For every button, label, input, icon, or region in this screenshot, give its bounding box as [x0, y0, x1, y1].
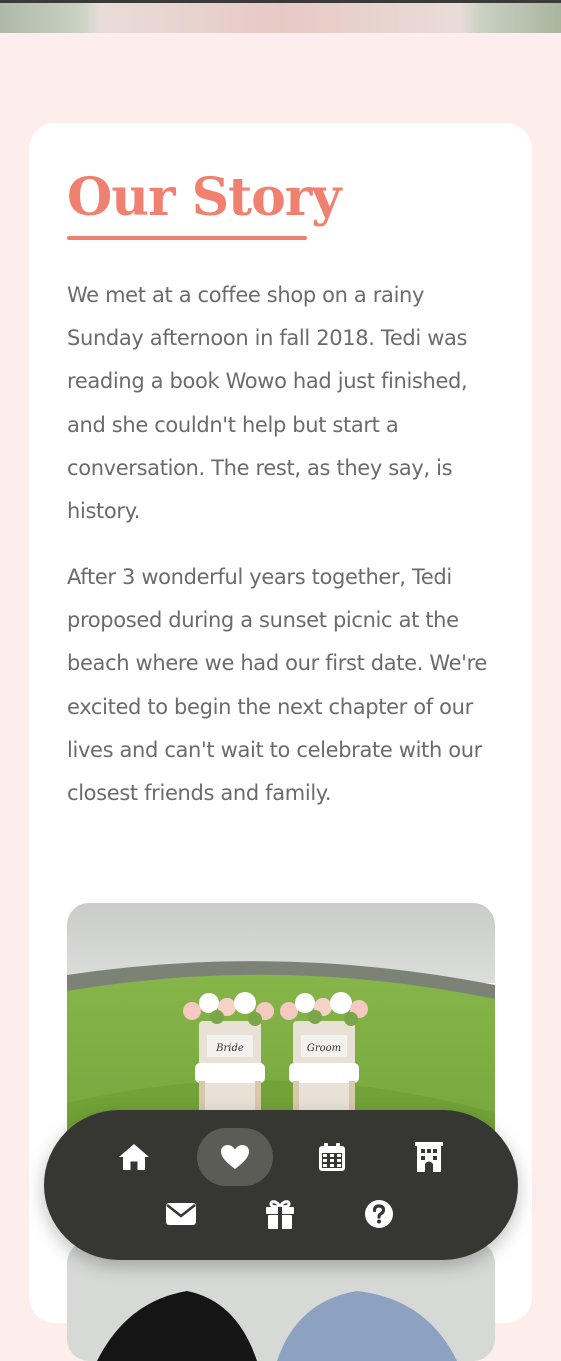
heart-icon: [221, 1145, 249, 1169]
nav-venue-button[interactable]: [391, 1128, 467, 1186]
nav-schedule-button[interactable]: [294, 1128, 370, 1186]
gift-icon: [266, 1200, 294, 1229]
nav-faq-button[interactable]: [341, 1185, 417, 1243]
nav-rsvp-button[interactable]: [143, 1185, 219, 1243]
envelope-icon: [166, 1203, 196, 1225]
section-title: Our Story: [67, 167, 341, 228]
story-paragraph-1: We met at a coffee shop on a rainy Sunda…: [67, 283, 468, 524]
header-image-strip: [0, 0, 561, 33]
question-icon: [365, 1200, 393, 1228]
home-icon: [119, 1144, 149, 1170]
calendar-icon: [319, 1143, 345, 1171]
story-paragraph-2: After 3 wonderful years together, Tedi p…: [67, 565, 487, 806]
nav-story-button[interactable]: [197, 1128, 273, 1186]
nav-home-button[interactable]: [96, 1128, 172, 1186]
building-icon: [415, 1142, 443, 1172]
groom-sign-text: Groom: [307, 1043, 341, 1054]
nav-registry-button[interactable]: [242, 1185, 318, 1243]
bottom-navigation: [44, 1110, 518, 1260]
bride-sign-text: Bride: [215, 1043, 244, 1054]
title-underline: [67, 236, 307, 240]
